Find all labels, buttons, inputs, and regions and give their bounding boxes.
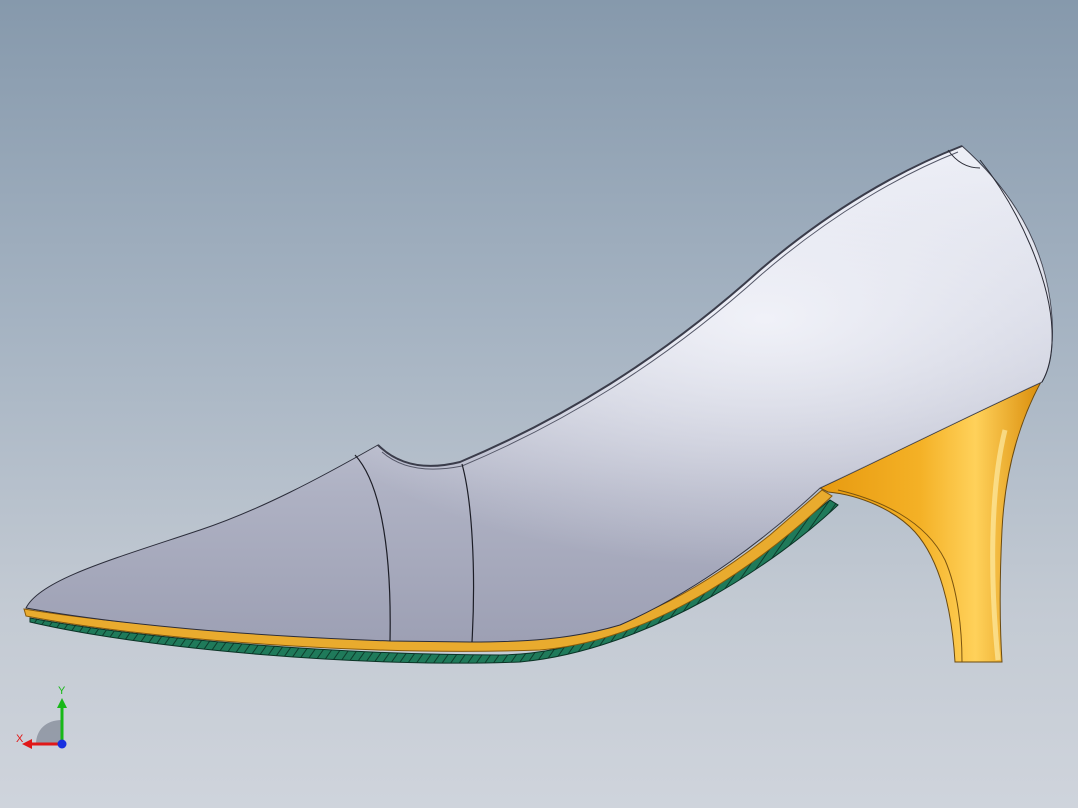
coordinate-triad: Y X [10,686,80,756]
triad-x-label: X [16,733,24,745]
triad-icon [22,698,67,749]
triad-y-label: Y [58,685,66,697]
shoe-model[interactable] [0,0,1078,808]
upper-highlight [26,146,1053,642]
graphics-viewport[interactable]: Y X [0,0,1078,808]
